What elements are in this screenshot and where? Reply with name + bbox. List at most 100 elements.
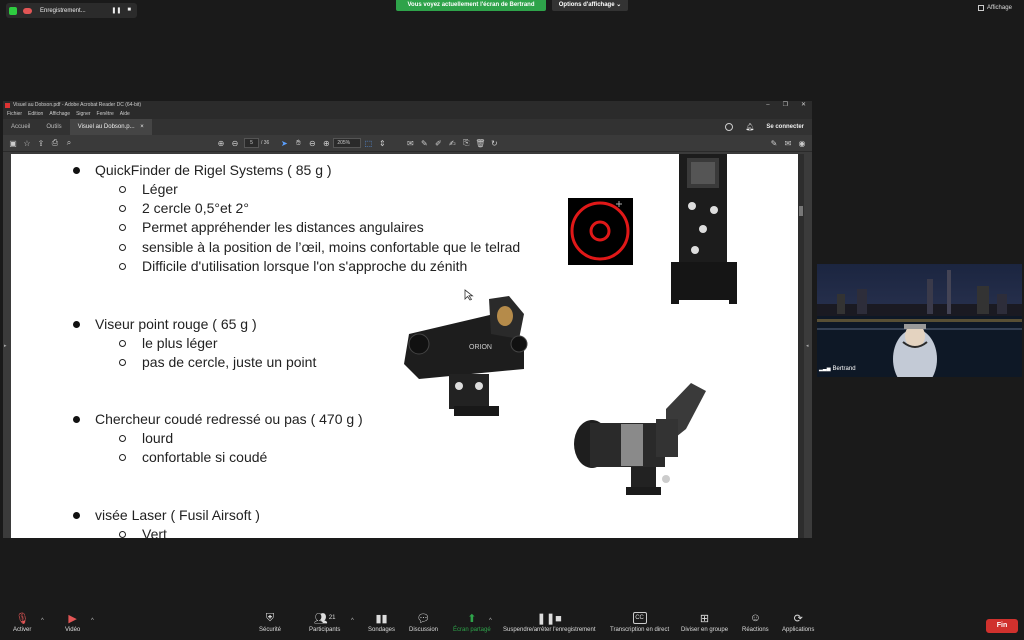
left-panel-toggle-icon[interactable]: ▸ bbox=[4, 343, 7, 349]
close-icon[interactable]: ✕ bbox=[801, 101, 806, 110]
help-icon[interactable] bbox=[725, 123, 734, 131]
bullet-quickfinder: QuickFinder de Rigel Systems ( 85 g ) bbox=[73, 162, 332, 178]
sub-item: sensible à la position de l’œil, moins c… bbox=[119, 239, 520, 255]
upload-icon[interactable]: ⇪ bbox=[34, 137, 48, 149]
unmute-button[interactable]: 🎙︎ Activer bbox=[13, 612, 31, 634]
scroll-thumb[interactable] bbox=[799, 206, 803, 216]
tab-outils[interactable]: Outils bbox=[38, 119, 69, 135]
participants-button[interactable]: 👥︎ 21 Participants bbox=[309, 612, 340, 634]
sub-item: confortable si coudé bbox=[119, 449, 267, 465]
page-down-icon[interactable]: ⊖ bbox=[228, 137, 242, 149]
red-dot-finder-image: ORION bbox=[404, 296, 528, 416]
page-up-icon[interactable]: ⊕ bbox=[214, 137, 228, 149]
hand-icon[interactable]: ✋︎ bbox=[291, 137, 305, 149]
sign-icon[interactable]: ✍︎ bbox=[445, 137, 459, 149]
video-options-chevron-icon[interactable]: ^ bbox=[91, 618, 94, 624]
reactions-button[interactable]: ☺ Réactions bbox=[742, 612, 769, 633]
participant-name: Bertrand bbox=[832, 366, 856, 372]
menu-affichage[interactable]: Affichage bbox=[49, 110, 70, 119]
maximize-icon[interactable]: ❐ bbox=[783, 101, 788, 110]
zoom-out-icon[interactable]: ⊖ bbox=[305, 137, 319, 149]
recording-label: Enregistrement... bbox=[40, 7, 86, 14]
participants-count: 21 bbox=[328, 615, 336, 621]
share-screen-icon: ⬆ bbox=[467, 612, 477, 625]
bullet-finder-scope: Chercheur coudé redressé ou pas ( 470 g … bbox=[73, 411, 363, 427]
tab-bar: Accueil Outils Visuel au Dobson.p... × 🔔… bbox=[3, 119, 812, 135]
pdf-icon bbox=[5, 103, 10, 108]
security-button[interactable]: ⛨ Sécurité bbox=[259, 612, 281, 634]
connect-button[interactable]: Se connecter bbox=[766, 124, 804, 130]
polls-button[interactable]: ▮▮ Sondages bbox=[368, 612, 395, 634]
record-controls-button[interactable]: ❚❚■ Suspendre/arrêter l'enregistrement bbox=[503, 612, 596, 634]
sub-item: Vert bbox=[119, 526, 167, 538]
right-panel-toggle-icon[interactable]: ◂ bbox=[806, 343, 809, 349]
tab-document[interactable]: Visuel au Dobson.p... × bbox=[69, 119, 152, 135]
bullet-laser: visée Laser ( Fusil Airsoft ) bbox=[73, 507, 260, 523]
gallery-view-button[interactable]: Affichage bbox=[978, 5, 1012, 11]
tab-accueil[interactable]: Accueil bbox=[3, 119, 38, 135]
star-icon[interactable]: ☆ bbox=[20, 137, 34, 149]
zoom-in-icon[interactable]: ⊕ bbox=[319, 137, 333, 149]
rotate-icon[interactable]: ↻ bbox=[487, 137, 501, 149]
menu-fenetre[interactable]: Fenêtre bbox=[97, 110, 114, 119]
pen-icon[interactable]: ✎ bbox=[417, 137, 431, 149]
highlight-icon[interactable]: ✐ bbox=[431, 137, 445, 149]
fit-page-icon[interactable]: ⬚ bbox=[361, 137, 375, 149]
scroll-mode-icon[interactable]: ⇕ bbox=[375, 137, 389, 149]
end-meeting-button[interactable]: Fin bbox=[986, 619, 1018, 633]
participant-video[interactable]: ▂▃▅ Bertrand bbox=[817, 264, 1022, 377]
vertical-scrollbar[interactable] bbox=[798, 154, 804, 538]
reticle-image bbox=[568, 198, 633, 265]
search-icon[interactable]: ⌕ bbox=[62, 137, 76, 149]
sub-item: le plus léger bbox=[119, 335, 218, 351]
print-icon[interactable]: ⎙ bbox=[48, 137, 62, 149]
pause-stop-icon: ❚❚■ bbox=[536, 612, 562, 625]
video-button[interactable]: ▶︎ Vidéo bbox=[65, 612, 80, 634]
view-options-button[interactable]: Options d'affichage ⌄ bbox=[552, 0, 628, 11]
acrobat-window: Visuel au Dobson.pdf - Adobe Acrobat Rea… bbox=[3, 101, 812, 538]
live-transcript-button[interactable]: CC Transcription en direct bbox=[610, 612, 669, 633]
sub-item: 2 cercle 0,5°et 2° bbox=[119, 200, 249, 216]
comment-icon[interactable]: ✉︎ bbox=[403, 137, 417, 149]
mail-icon[interactable]: ✉︎ bbox=[781, 137, 795, 149]
video-off-icon: ▶︎ bbox=[68, 612, 77, 625]
mouse-cursor-icon bbox=[464, 289, 474, 301]
bell-icon[interactable]: 🔔︎ bbox=[745, 123, 754, 131]
sub-item: pas de cercle, juste un point bbox=[119, 354, 316, 370]
minimize-icon[interactable]: – bbox=[766, 101, 769, 110]
zoom-level-select[interactable]: 205% bbox=[333, 138, 362, 148]
grid-icon: ⊞ bbox=[699, 612, 710, 625]
save-icon[interactable]: ▣ bbox=[6, 137, 20, 149]
share-banner: Vous voyez actuellement l'écran de Bertr… bbox=[396, 0, 546, 11]
trash-icon[interactable]: 🗑︎ bbox=[473, 137, 487, 149]
share-screen-button[interactable]: ⬆ Écran partagé bbox=[453, 612, 491, 634]
apps-button[interactable]: ⟳ Applications bbox=[782, 612, 814, 634]
shield-icon[interactable] bbox=[9, 6, 17, 15]
edit-pdf-icon[interactable]: ✎ bbox=[767, 137, 781, 149]
menu-edition[interactable]: Edition bbox=[28, 110, 43, 119]
stamp-icon[interactable]: ⎘ bbox=[459, 137, 473, 149]
city-night-background bbox=[817, 264, 1022, 377]
tab-close-icon[interactable]: × bbox=[140, 124, 144, 130]
pause-recording-icon[interactable]: ❚❚ bbox=[111, 7, 121, 14]
mute-options-chevron-icon[interactable]: ^ bbox=[41, 618, 44, 624]
participants-options-chevron-icon[interactable]: ^ bbox=[351, 618, 354, 624]
menu-aide[interactable]: Aide bbox=[120, 110, 130, 119]
view-options-label: Options d'affichage bbox=[558, 2, 615, 8]
menu-fichier[interactable]: Fichier bbox=[7, 110, 22, 119]
pdf-page: QuickFinder de Rigel Systems ( 85 g ) Lé… bbox=[11, 154, 798, 538]
chat-icon: 💬︎ bbox=[416, 612, 431, 625]
quickfinder-image bbox=[671, 154, 737, 304]
share-options-chevron-icon[interactable]: ^ bbox=[489, 618, 492, 624]
sub-item: Permet appréhender les distances angulai… bbox=[119, 219, 424, 235]
stop-recording-icon[interactable]: ■ bbox=[127, 7, 131, 14]
menu-signer[interactable]: Signer bbox=[76, 110, 90, 119]
breakout-rooms-button[interactable]: ⊞ Diviser en groupe bbox=[681, 612, 728, 634]
cursor-icon[interactable]: ➤ bbox=[277, 137, 291, 149]
signal-bars-icon: ▂▃▅ bbox=[819, 366, 831, 372]
account-icon[interactable]: ◉ bbox=[795, 137, 809, 149]
page-number-input[interactable]: 5 bbox=[244, 138, 259, 148]
recording-indicator[interactable]: Enregistrement... ❚❚ ■ bbox=[6, 3, 137, 18]
chat-button[interactable]: 💬︎ Discussion bbox=[409, 612, 438, 634]
acrobat-toolbar: ▣ ☆ ⇪ ⎙ ⌕ ⊕ ⊖ 5 / 36 ➤ ✋︎ ⊖ ⊕ 205% ⬚ ⇕ ✉… bbox=[3, 135, 812, 152]
